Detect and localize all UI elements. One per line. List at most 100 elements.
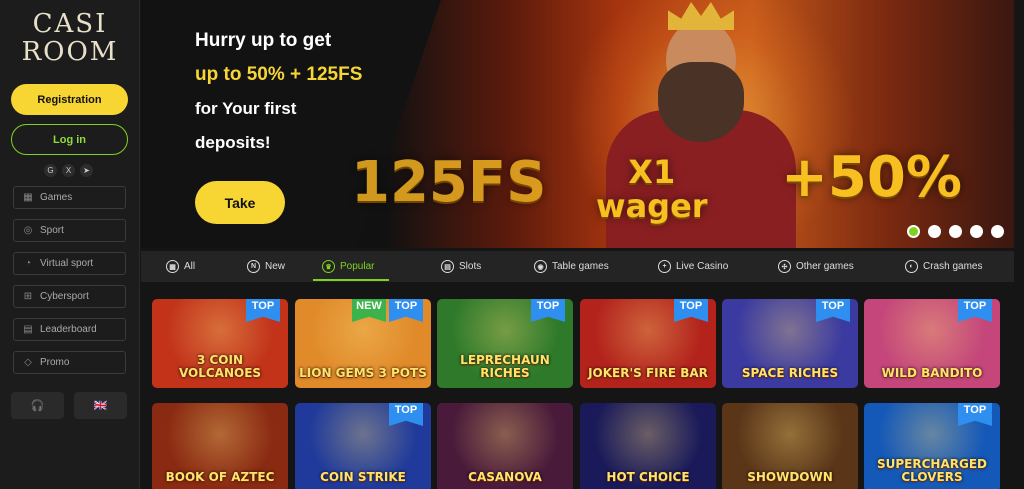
game-title: LION GEMS 3 POTS (299, 366, 427, 380)
casiroom-logo[interactable]: CASI ROOM (20, 10, 120, 70)
tab-label: Other games (796, 261, 854, 272)
top-badge: TOP (389, 403, 423, 426)
sidebar-item-virtual-sport[interactable]: ◔ Virtual sport (13, 252, 126, 275)
sidebar-item-games[interactable]: ▦ Games (13, 186, 126, 209)
top-badge: TOP (246, 299, 280, 322)
other-games-icon: ✣ (778, 260, 791, 273)
game-title: SHOWDOWN (747, 470, 833, 484)
sidebar-item-sport[interactable]: ◎ Sport (13, 219, 126, 242)
crash-games-icon: ◐ (905, 260, 918, 273)
tab-label: Slots (459, 261, 482, 272)
sidebar-item-label: Games (40, 192, 73, 203)
category-tabs: ▦ All N New ♛ Popular ▤ Slots ◉ Table ga… (141, 251, 1014, 282)
game-title: COIN STRIKE (320, 470, 406, 484)
game-tile[interactable]: SUPERCHARGED CLOVERS TOP (864, 403, 1000, 489)
gamepad-icon: ⊞ (23, 291, 33, 302)
tab-label: New (265, 261, 286, 272)
game-tile[interactable]: CASANOVA (437, 403, 573, 489)
registration-button[interactable]: Registration (11, 84, 128, 115)
sidebar-item-leaderboard[interactable]: ▤ Leaderboard (13, 318, 126, 341)
sidebar-item-label: Cybersport (40, 291, 89, 302)
banner-subline: for Your first (195, 99, 297, 118)
login-button[interactable]: Log in (11, 124, 128, 155)
top-badge: TOP (531, 299, 565, 322)
game-tile[interactable]: LEPRECHAUN RICHES TOP (437, 299, 573, 388)
king-beard (658, 62, 744, 142)
wager-top: X1 (628, 153, 676, 191)
new-badge: NEW (352, 299, 386, 322)
game-title: WILD BANDITO (881, 366, 983, 380)
tab-live-casino[interactable]: + Live Casino (658, 251, 728, 282)
carousel-dot-5[interactable] (991, 225, 1004, 238)
virtual-sport-icon: ◔ (24, 258, 32, 269)
game-title: SPACE RICHES (741, 366, 839, 380)
ball-icon: ◎ (23, 225, 33, 236)
game-title: LEPRECHAUN RICHES (460, 353, 550, 380)
table-games-icon: ◉ (534, 260, 547, 273)
carousel-dot-3[interactable] (949, 225, 962, 238)
tab-label: Crash games (923, 261, 983, 272)
game-title: JOKER'S FIRE BAR (588, 366, 708, 380)
tab-label: Live Casino (676, 261, 729, 272)
wager-bottom: wager (596, 187, 708, 225)
carousel-dot-2[interactable] (928, 225, 941, 238)
banner-headline: Hurry up to get (195, 30, 332, 51)
tab-crash-games[interactable]: ◐ Crash games (905, 251, 982, 282)
telegram-icon[interactable]: ➤ (80, 164, 93, 177)
tab-other-games[interactable]: ✣ Other games (778, 251, 854, 282)
game-tile[interactable]: HOT CHOICE (580, 403, 716, 489)
new-icon: N (247, 260, 260, 273)
banner-subline-2: deposits! (195, 133, 271, 152)
tab-all[interactable]: ▦ All (166, 251, 195, 282)
game-tile[interactable]: LION GEMS 3 POTS TOP NEW (295, 299, 431, 388)
games-icon: ▦ (23, 192, 33, 203)
tab-slots[interactable]: ▤ Slots (441, 251, 481, 282)
banner-percent-text: +50% (781, 145, 962, 210)
game-tile[interactable]: SHOWDOWN (722, 403, 858, 489)
game-title: SUPERCHARGED CLOVERS (876, 457, 987, 484)
active-tab-indicator (313, 279, 389, 281)
promo-banner[interactable]: Hurry up to get up to 50% + 125FS for Yo… (141, 0, 1014, 248)
game-tile[interactable]: COIN STRIKE TOP (295, 403, 431, 489)
sidebar-item-label: Leaderboard (40, 324, 97, 335)
google-icon[interactable]: G (44, 164, 57, 177)
tab-new[interactable]: N New (247, 251, 285, 282)
crown-icon (668, 2, 734, 30)
language-flag-icon[interactable]: 🇬🇧 (74, 392, 127, 419)
grid-icon: ▦ (166, 260, 179, 273)
tab-popular[interactable]: ♛ Popular (322, 251, 374, 282)
app: CASI ROOM Registration Log in G X ➤ ▦ Ga… (0, 0, 1024, 489)
tab-label: Popular (340, 261, 375, 272)
live-casino-icon: + (658, 260, 671, 273)
support-headset-icon[interactable]: 🎧 (11, 392, 64, 419)
sidebar: CASI ROOM Registration Log in G X ➤ ▦ Ga… (0, 0, 140, 489)
banner-offer: up to 50% + 125FS (195, 64, 363, 85)
sidebar-item-label: Sport (40, 225, 64, 236)
top-badge: TOP (816, 299, 850, 322)
carousel-dot-4[interactable] (970, 225, 983, 238)
social-login: G X ➤ (44, 164, 93, 177)
game-tile[interactable]: 3 COIN VOLCANOES TOP (152, 299, 288, 388)
carousel-dot-1[interactable] (907, 225, 920, 238)
diamond-icon: ◇ (24, 357, 32, 368)
take-button[interactable]: Take (195, 181, 285, 224)
game-title: CASANOVA (468, 470, 542, 484)
tab-label: Table games (552, 261, 609, 272)
slots-icon: ▤ (441, 260, 454, 273)
game-tile[interactable]: SPACE RICHES TOP (722, 299, 858, 388)
tab-label: All (184, 261, 196, 272)
sidebar-item-promo[interactable]: ◇ Promo (13, 351, 126, 374)
sidebar-item-cybersport[interactable]: ⊞ Cybersport (13, 285, 126, 308)
game-tile[interactable]: JOKER'S FIRE BAR TOP (580, 299, 716, 388)
game-tile[interactable]: BOOK OF AZTEC (152, 403, 288, 489)
top-badge: TOP (674, 299, 708, 322)
logo-line1: CASI (32, 9, 108, 39)
top-badge: TOP (958, 299, 992, 322)
x-icon[interactable]: X (62, 164, 75, 177)
game-title: BOOK OF AZTEC (165, 470, 275, 484)
logo-line2: ROOM (21, 37, 119, 67)
tab-table-games[interactable]: ◉ Table games (534, 251, 609, 282)
carousel-dots (907, 225, 1004, 238)
banner-wager-text: X1 wager (596, 155, 708, 223)
game-tile[interactable]: WILD BANDITO TOP (864, 299, 1000, 388)
